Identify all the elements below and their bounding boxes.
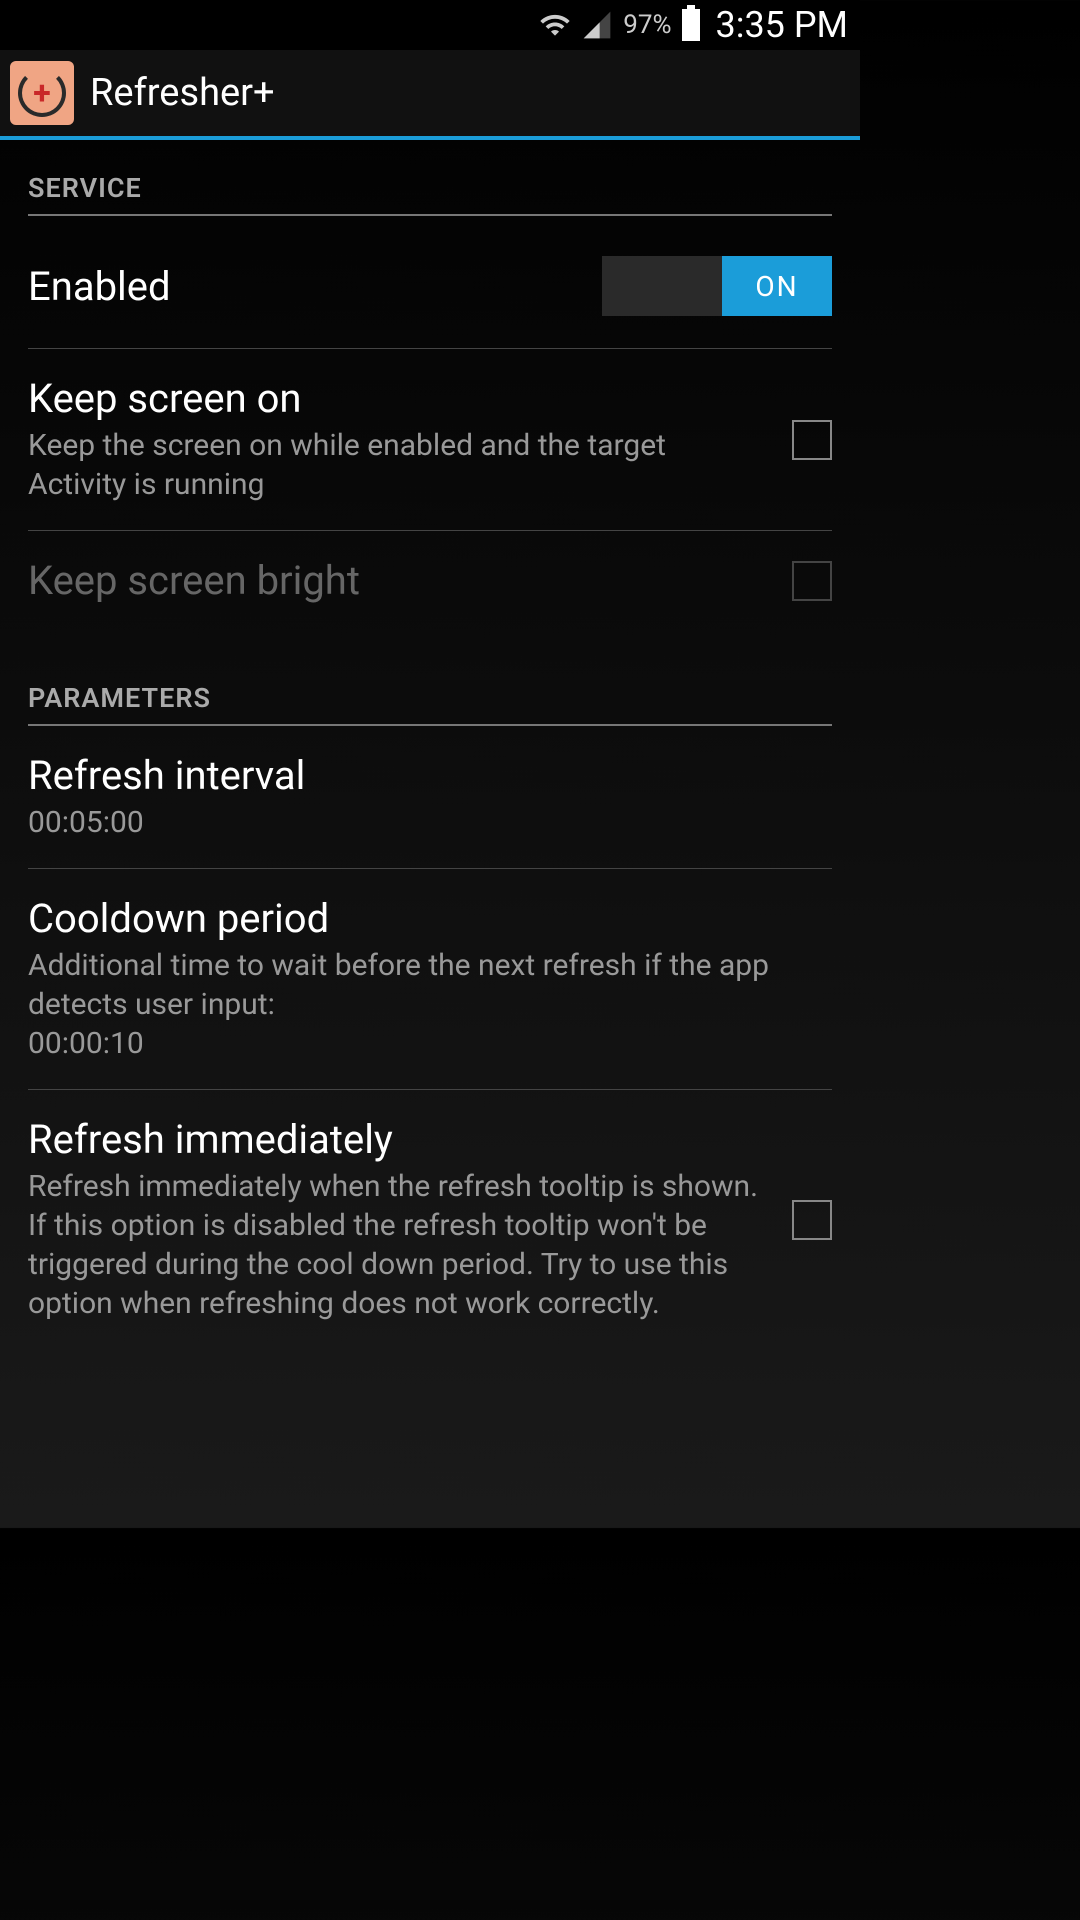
keep-screen-on-checkbox[interactable] — [792, 420, 832, 460]
app-icon: + — [10, 61, 74, 125]
refresh-interval-label: Refresh interval — [28, 752, 802, 799]
refresh-immediately-checkbox[interactable] — [792, 1200, 832, 1240]
setting-enabled[interactable]: Enabled ON — [28, 216, 832, 349]
keep-screen-on-label: Keep screen on — [28, 375, 762, 422]
section-header-service: SERVICE — [28, 160, 832, 216]
cooldown-period-label: Cooldown period — [28, 895, 802, 942]
refresh-immediately-subtitle: Refresh immediately when the refresh too… — [28, 1167, 762, 1323]
cell-signal-icon — [581, 9, 613, 41]
wifi-icon — [539, 9, 571, 41]
keep-screen-bright-label: Keep screen bright — [28, 557, 762, 604]
enabled-label: Enabled — [28, 263, 572, 310]
battery-percent: 97% — [623, 10, 671, 40]
app-header: + Refresher+ — [0, 50, 860, 140]
setting-keep-screen-bright: Keep screen bright — [28, 531, 832, 630]
setting-refresh-interval[interactable]: Refresh interval 00:05:00 — [28, 726, 832, 869]
app-title: Refresher+ — [90, 71, 275, 115]
toggle-state-on: ON — [722, 256, 832, 316]
refresh-immediately-label: Refresh immediately — [28, 1116, 762, 1163]
setting-cooldown-period[interactable]: Cooldown period Additional time to wait … — [28, 869, 832, 1090]
battery-icon — [682, 9, 700, 41]
keep-screen-bright-checkbox — [792, 561, 832, 601]
setting-keep-screen-on[interactable]: Keep screen on Keep the screen on while … — [28, 349, 832, 531]
refresh-interval-value: 00:05:00 — [28, 803, 802, 842]
keep-screen-on-subtitle: Keep the screen on while enabled and the… — [28, 426, 762, 504]
cooldown-period-subtitle: Additional time to wait before the next … — [28, 946, 802, 1063]
enabled-toggle[interactable]: ON — [602, 256, 832, 316]
section-header-parameters: PARAMETERS — [28, 670, 832, 726]
status-bar: 97% 3:35 PM — [0, 0, 860, 50]
setting-refresh-immediately[interactable]: Refresh immediately Refresh immediately … — [28, 1090, 832, 1349]
status-time: 3:35 PM — [716, 4, 849, 46]
